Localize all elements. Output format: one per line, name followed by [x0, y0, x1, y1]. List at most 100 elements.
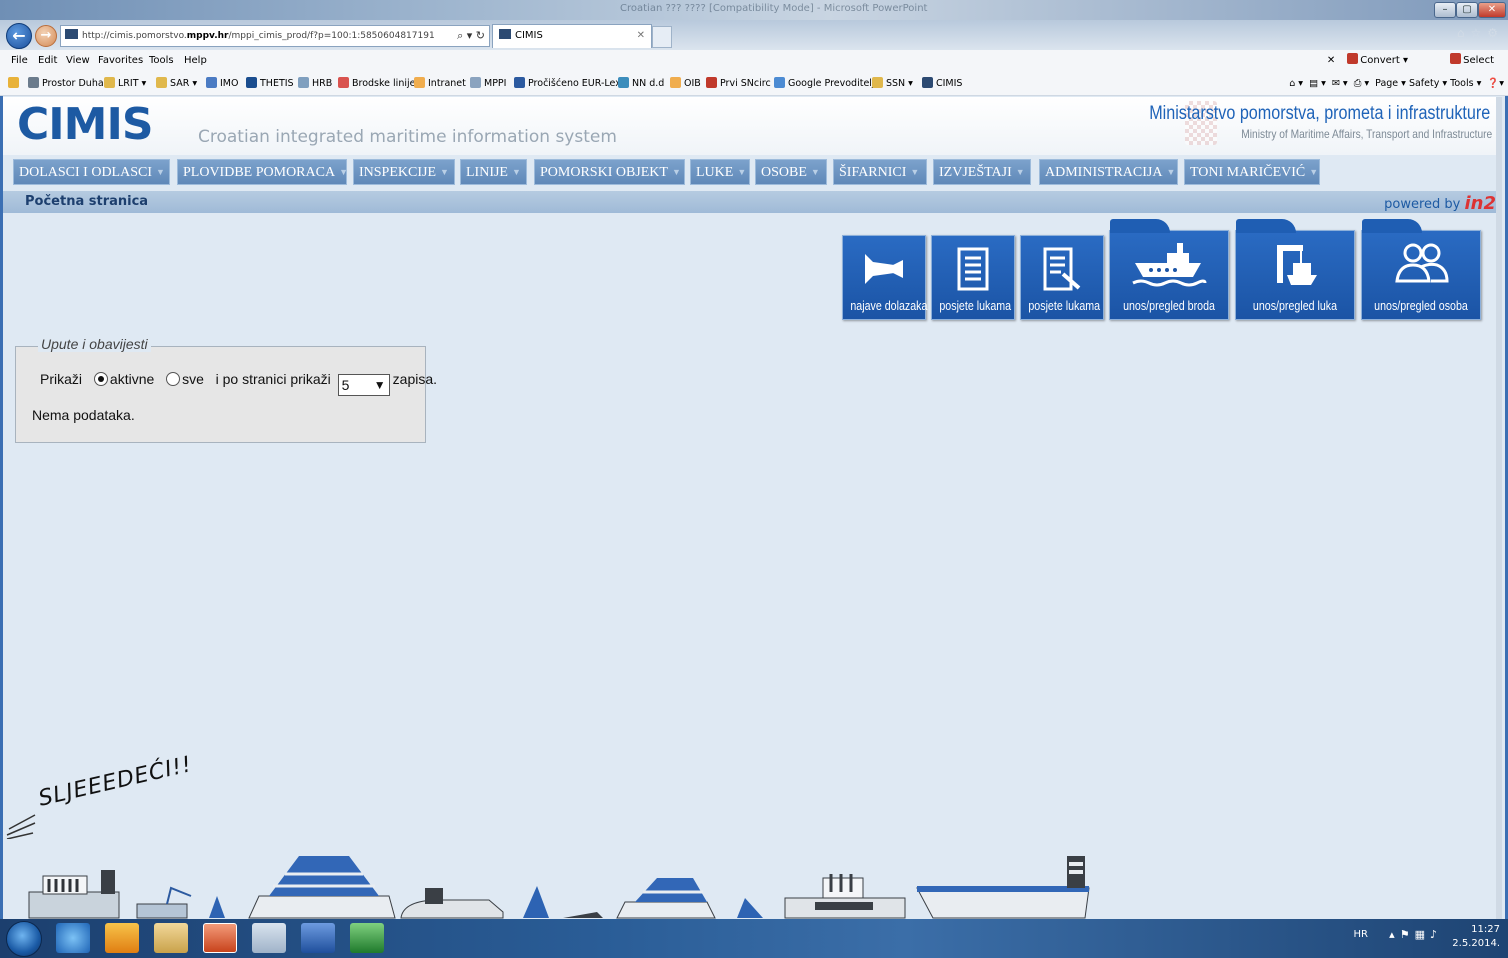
ie-icon[interactable] [56, 923, 90, 953]
favorites-star-icon[interactable] [8, 72, 22, 96]
favorite-0[interactable]: Prostor Duha [28, 72, 104, 96]
favorite-10[interactable]: NN d.d [618, 72, 664, 96]
back-button[interactable]: ← [6, 23, 32, 49]
close-button[interactable]: ✕ [1478, 2, 1506, 18]
minimize-button[interactable]: – [1434, 2, 1456, 18]
nav-item-7[interactable]: ŠIFARNICI ▼ [833, 159, 927, 185]
favorite-1[interactable]: LRIT ▾ [104, 72, 146, 96]
menu-view[interactable]: View [66, 50, 90, 72]
home-icon[interactable]: ⌂ ▾ [1289, 78, 1303, 89]
search-icon[interactable]: ⌕ [457, 29, 463, 42]
nav-item-2[interactable]: INSPEKCIJE ▼ [353, 159, 455, 185]
page-size-select[interactable]: 5 ▼ [337, 374, 390, 396]
ministry-title: Ministarstvo pomorstva, prometa i infras… [1148, 103, 1490, 124]
cimis-logo[interactable]: CIMIS [17, 99, 154, 150]
menu-file[interactable]: File [11, 50, 28, 72]
close-toolbar-icon[interactable]: ✕ [1327, 55, 1335, 66]
refresh-icon[interactable]: ↻ [476, 29, 485, 42]
word-icon[interactable] [301, 923, 335, 953]
favorite-label: NN d.d [632, 78, 665, 89]
nav-item-0[interactable]: DOLASCI I ODLASCI ▼ [13, 159, 170, 185]
menu-edit[interactable]: Edit [38, 50, 57, 72]
print-icon[interactable]: ⎙ ▾ [1354, 78, 1369, 89]
tile-port-crane[interactable]: unos/pregled luka [1235, 219, 1355, 320]
explorer-icon[interactable] [154, 923, 188, 953]
breadcrumb-bar: Početna stranica powered by in2 [3, 191, 1502, 214]
maximize-button[interactable]: ▢ [1456, 2, 1478, 18]
menu-favorites[interactable]: Favorites [98, 50, 143, 72]
address-bar[interactable]: http://cimis.pomorstvo.mppv.hr/mppi_cimi… [60, 25, 490, 47]
favorite-11[interactable]: OIB [670, 72, 701, 96]
favorite-15[interactable]: CIMIS [922, 72, 962, 96]
tab-cimis[interactable]: CIMIS ✕ [492, 24, 652, 48]
tab-close-icon[interactable]: ✕ [637, 25, 645, 47]
favorite-8[interactable]: MPPI [470, 72, 506, 96]
favorite-12[interactable]: Prvi SNcirc [706, 72, 771, 96]
favorite-2[interactable]: SAR ▾ [156, 72, 197, 96]
feed-icon[interactable]: ▤ ▾ [1309, 78, 1326, 89]
help-icon[interactable]: ❓▾ [1487, 78, 1504, 89]
new-tab-button[interactable] [652, 26, 672, 48]
forward-button[interactable]: → [35, 25, 57, 47]
outlook-icon[interactable] [105, 923, 139, 953]
excel-icon[interactable] [350, 923, 384, 953]
convert-button[interactable]: ✕ Convert ▾ [1327, 50, 1408, 72]
nav-item-3[interactable]: LINIJE ▼ [460, 159, 527, 185]
tile-label: najave dolazaka [850, 298, 928, 313]
radio-active[interactable] [93, 372, 108, 386]
favorite-label: THETIS [260, 78, 294, 89]
favorite-3[interactable]: IMO [206, 72, 238, 96]
tray-icons[interactable]: ▴⚑▦♪ [1389, 928, 1442, 941]
favorite-7[interactable]: Intranet [414, 72, 466, 96]
tile-ship[interactable]: unos/pregled broda [1109, 219, 1229, 320]
flag-icon[interactable]: ⚑ [1400, 928, 1415, 941]
nav-item-10[interactable]: TONI MARIČEVIĆ ▼ [1184, 159, 1320, 185]
page-scrollbar[interactable] [1496, 97, 1502, 919]
network-icon[interactable]: ▦ [1415, 928, 1430, 941]
clock[interactable]: 11:27 2.5.2014. [1452, 923, 1500, 951]
nav-item-5[interactable]: LUKE ▼ [690, 159, 750, 185]
radio-all[interactable] [166, 372, 181, 386]
ship-2-icon [136, 886, 225, 919]
star-icon[interactable]: ☆ [1470, 26, 1487, 40]
tile-megaphone[interactable]: najave dolazaka [842, 235, 928, 320]
favorite-9[interactable]: Pročišćeno EUR-Lex [514, 72, 621, 96]
title-bar: Croatian ??? ???? [Compatibility Mode] -… [0, 0, 1508, 20]
radio-all-label[interactable]: sve [182, 371, 204, 387]
nav-item-1[interactable]: PLOVIDBE POMORACA ▼ [177, 159, 348, 185]
favorite-label: OIB [684, 78, 701, 89]
mail-icon[interactable]: ✉ ▾ [1332, 78, 1348, 89]
nav-item-8[interactable]: IZVJEŠTAJI ▼ [933, 159, 1031, 185]
chevron-down-icon: ▼ [156, 167, 165, 177]
powerpoint-icon[interactable] [203, 923, 237, 953]
home-icon[interactable]: ⌂ [1457, 26, 1471, 40]
gear-icon[interactable]: ⚙ [1487, 26, 1504, 40]
chevron-down-icon: ▼ [1166, 167, 1176, 177]
favorite-5[interactable]: HRB [298, 72, 332, 96]
tile-document-edit[interactable]: posjete lukama [1020, 235, 1104, 320]
favorite-4[interactable]: THETIS [246, 72, 294, 96]
favorite-13[interactable]: Google Prevoditelj [774, 72, 875, 96]
nav-item-9[interactable]: ADMINISTRACIJA ▼ [1039, 159, 1178, 185]
menu-help[interactable]: Help [184, 50, 207, 72]
language-indicator[interactable]: HR [1354, 929, 1368, 940]
command-bar[interactable]: ⌂ ▾ ▤ ▾ ✉ ▾ ⎙ ▾ Page ▾ Safety ▾ Tools ▾ … [1289, 72, 1504, 96]
radio-active-label[interactable]: aktivne [110, 371, 154, 387]
calculator-icon[interactable] [252, 923, 286, 953]
start-button[interactable] [6, 921, 42, 957]
tile-users[interactable]: unos/pregled osoba [1361, 219, 1481, 320]
nav-item-label: PLOVIDBE POMORACA [183, 165, 336, 180]
favorite-6[interactable]: Brodske linije [338, 72, 415, 96]
volume-icon[interactable]: ♪ [1430, 928, 1442, 941]
menu-tools[interactable]: Tools [149, 50, 174, 72]
tile-document[interactable]: posjete lukama [931, 235, 1015, 320]
nav-item-4[interactable]: POMORSKI OBJEKT ▼ [534, 159, 685, 185]
select-button[interactable]: Select [1450, 50, 1494, 72]
nav-item-6[interactable]: OSOBE ▼ [755, 159, 827, 185]
favorite-14[interactable]: SSN ▾ [872, 72, 913, 96]
show-hidden-icon[interactable]: ▴ [1389, 928, 1400, 941]
breadcrumb[interactable]: Početna stranica [25, 194, 148, 209]
command-menus[interactable]: Page ▾ Safety ▾ Tools ▾ [1375, 78, 1481, 89]
address-controls[interactable]: ⌕ ▾ ↻ [457, 26, 485, 46]
page-icon [338, 77, 349, 88]
